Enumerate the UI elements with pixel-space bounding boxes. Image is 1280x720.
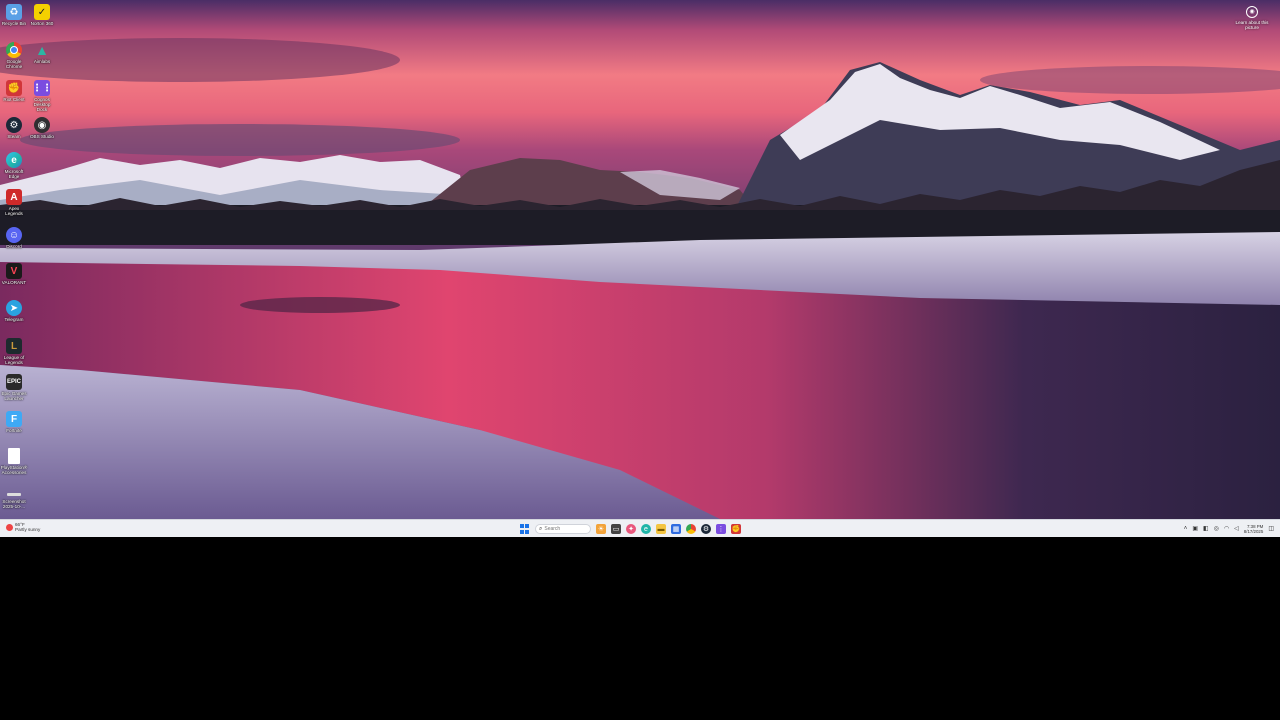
desktop-icon-label: League of Legends	[3, 355, 25, 365]
edge-icon[interactable]: e	[641, 524, 651, 534]
widgets-icon[interactable]: ☀	[596, 524, 606, 534]
taskbar-search[interactable]: ⌕	[535, 524, 591, 534]
store-icon[interactable]: ▦	[671, 524, 681, 534]
taskbar-apps: ⌕ ☀ ▭ ✦ e ▬ ▦ ⚙ ⋮ ✊	[520, 523, 741, 535]
desktop-icon-label: Riot Client	[3, 97, 25, 102]
desktop-icon-label: Steam	[7, 134, 21, 139]
desktop-icon-label: Apex Legends	[5, 206, 23, 216]
desktop-icon-screenshot[interactable]: Screenshot 2025-10-...	[0, 490, 28, 509]
task-view-icon[interactable]: ▭	[611, 524, 621, 534]
weather-icon	[6, 523, 13, 531]
valorant-icon: V	[6, 263, 22, 279]
recycle-bin-icon: ♻	[6, 4, 22, 20]
desktop-icon-label: PlayStation® Accessories	[0, 465, 28, 475]
desktop-icon-label: Epic Games Launcher	[1, 391, 27, 401]
search-input[interactable]	[544, 526, 585, 532]
clock-date: 8/17/2025	[1243, 529, 1264, 534]
desktop-icon-riot-client[interactable]: ✊ Riot Client	[0, 80, 28, 102]
desktop[interactable]: ♻ Recycle Bin ✓ Norton 360 Google Chrome…	[0, 0, 1280, 519]
apex-icon: A	[6, 189, 22, 205]
desktop-icon-obs[interactable]: ◉ OBS Studio	[28, 117, 56, 139]
taskbar: 66°F Partly sunny ⌕ ☀ ▭ ✦ e ▬ ▦ ⚙ ⋮ ✊ ˄ …	[0, 519, 1280, 537]
chevron-up-icon[interactable]: ˄	[1184, 524, 1188, 534]
desktop-icon-label: Screenshot 2025-10-...	[2, 499, 26, 509]
desktop-icon-label: Google Chrome	[5, 59, 23, 69]
screenshot-icon	[6, 490, 22, 498]
wallpaper-image	[0, 0, 1280, 519]
learn-about-picture[interactable]: ◉ Learn about this picture	[1232, 6, 1272, 30]
desktop-icon-chrome[interactable]: Google Chrome	[0, 42, 28, 69]
desktop-icon-label: Recycle Bin	[1, 21, 27, 26]
edge-icon: e	[6, 152, 22, 168]
desktop-icon-fortnite[interactable]: F Fortnite	[0, 411, 28, 433]
desktop-icon-label: Fortnite	[6, 428, 22, 433]
start-button[interactable]	[520, 524, 530, 534]
desktop-icon-league[interactable]: L League of Legends	[0, 338, 28, 365]
desktop-icon-dock[interactable]: ⋮⋮ Cognos Desktop Dock	[28, 80, 56, 112]
notifications-icon[interactable]: ◫	[1268, 524, 1274, 534]
desktop-icon-playstation-accessories[interactable]: PlayStation® Accessories	[0, 448, 28, 475]
norton-icon: ✓	[34, 4, 50, 20]
search-icon: ⌕	[539, 525, 543, 532]
league-icon: L	[6, 338, 22, 354]
system-tray: ˄ ▣ ◧ ◎ ◠ ◁ 7:38 PM 8/17/2025 ◫	[1184, 523, 1274, 535]
camera-icon: ◉	[1246, 6, 1258, 18]
steam-icon[interactable]: ⚙	[701, 524, 711, 534]
learn-about-label: Learn about this picture	[1235, 20, 1269, 30]
aimlabs-icon: ▲	[35, 42, 49, 58]
folder-icon[interactable]: ▬	[656, 524, 666, 534]
desktop-icon-epic[interactable]: EPIC Epic Games Launcher	[0, 374, 28, 401]
file-icon	[8, 448, 20, 464]
weather-widget[interactable]: 66°F Partly sunny	[6, 522, 40, 532]
weather-condition: Partly sunny	[15, 527, 41, 532]
desktop-icon-label: Aimlabs	[33, 59, 51, 64]
desktop-icon-edge[interactable]: e Microsoft Edge	[0, 152, 28, 179]
desktop-icon-steam[interactable]: ⚙ Steam	[0, 117, 28, 139]
steam-icon: ⚙	[6, 117, 22, 133]
volume-icon[interactable]: ◁	[1234, 524, 1239, 534]
tray-app-icon[interactable]: ▣	[1192, 524, 1198, 534]
desktop-icon-label: Telegram	[4, 317, 24, 322]
epic-icon: EPIC	[6, 374, 22, 390]
dock-icon[interactable]: ⋮	[716, 524, 726, 534]
desktop-icon-apex[interactable]: A Apex Legends	[0, 189, 28, 216]
copilot-icon[interactable]: ✦	[626, 524, 636, 534]
desktop-icon-recycle-bin[interactable]: ♻ Recycle Bin	[0, 4, 28, 26]
desktop-icon-label: Norton 360	[30, 21, 54, 26]
desktop-icon-label: Cognos Desktop Dock	[33, 97, 51, 112]
desktop-icon-discord[interactable]: ☺ Discord	[0, 227, 28, 249]
clock[interactable]: 7:38 PM 8/17/2025	[1244, 524, 1264, 534]
tray-app-icon[interactable]: ◎	[1214, 524, 1219, 534]
desktop-icon-telegram[interactable]: ➤ Telegram	[0, 300, 28, 322]
obs-icon: ◉	[34, 117, 50, 133]
desktop-icon-label: Microsoft Edge	[4, 169, 24, 179]
desktop-icon-label: Discord	[6, 244, 22, 249]
tray-app-icon[interactable]: ◧	[1203, 524, 1209, 534]
chrome-icon	[6, 42, 22, 58]
discord-icon: ☺	[6, 227, 22, 243]
riot-client-icon[interactable]: ✊	[731, 524, 741, 534]
desktop-icon-valorant[interactable]: V VALORANT	[0, 263, 28, 285]
wifi-icon[interactable]: ◠	[1224, 524, 1229, 534]
riot-client-icon: ✊	[6, 80, 22, 96]
desktop-icon-aimlabs[interactable]: ▲ Aimlabs	[28, 42, 56, 64]
fortnite-icon: F	[6, 411, 22, 427]
desktop-icon-label: OBS Studio	[29, 134, 54, 139]
chrome-icon[interactable]	[686, 524, 696, 534]
dock-icon: ⋮⋮	[32, 80, 52, 96]
telegram-icon: ➤	[6, 300, 22, 316]
desktop-icon-norton[interactable]: ✓ Norton 360	[28, 4, 56, 26]
desktop-icon-label: VALORANT	[1, 280, 27, 285]
